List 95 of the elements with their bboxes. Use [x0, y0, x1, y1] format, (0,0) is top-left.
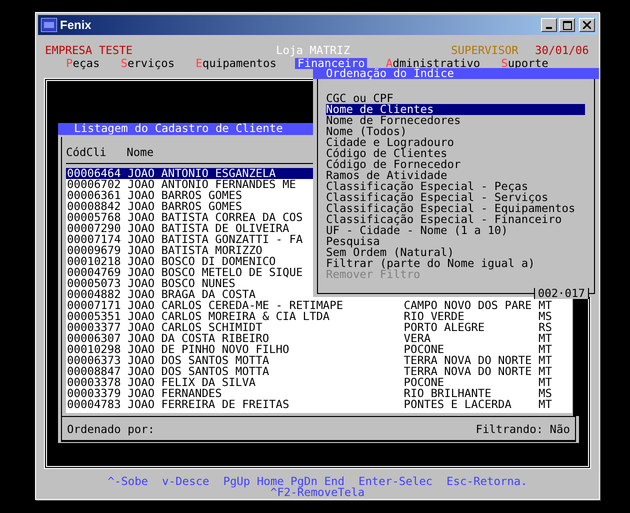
menu-option[interactable]: Nome de Clientes	[326, 104, 585, 115]
table-cell-text: VERA	[404, 333, 431, 344]
date-text: 30/01/06	[535, 45, 589, 56]
key-hint: Esc-Retorna.	[446, 476, 528, 487]
menu-item[interactable]: Administrativo	[384, 58, 482, 69]
key-hint: v-Desce	[162, 476, 210, 487]
table-cell[interactable]: JOAO FERNANDES	[128, 388, 404, 399]
table-cell-text: PONTES E LACERDA	[404, 399, 513, 410]
table-cell[interactable]: 00003378	[66, 377, 128, 388]
table-cell[interactable]: 00006373	[66, 355, 128, 366]
key-hint: ^-Sobe	[108, 476, 148, 487]
table-cell[interactable]: 00006361	[66, 190, 128, 201]
key-hint: Enter-Selec	[358, 476, 433, 487]
position-counter: 002·017	[534, 288, 589, 299]
key-hint: ^F2-RemoveTela	[270, 487, 365, 498]
table-cell[interactable]: JOAO DA COSTA RIBEIRO	[128, 333, 404, 344]
table-cell[interactable]: 00005351	[66, 311, 128, 322]
company-name: EMPRESA TESTE	[45, 45, 133, 56]
table-cell[interactable]: 00003379	[66, 388, 128, 399]
menu-option[interactable]: Classificação Especial - Serviços	[326, 192, 585, 203]
table-cell-text: CAMPO NOVO DOS PARE	[404, 300, 533, 311]
table-cell: MT	[538, 377, 552, 388]
table-cell[interactable]: 00004882	[66, 289, 128, 300]
popup-title: Ordenação do Índice	[313, 68, 599, 79]
table-cell: MT	[538, 300, 552, 311]
close-icon	[583, 21, 591, 29]
table-cell-text: RIO VERDE	[404, 311, 464, 322]
column-header: CódCli	[66, 147, 108, 158]
table-cell[interactable]: 00005073	[66, 278, 128, 289]
table-cell: MT	[538, 399, 552, 410]
table-cell[interactable]: 00005768	[66, 212, 128, 223]
menu-item[interactable]: Equipamentos	[194, 58, 278, 69]
table-cell-text: RIO BRILHANTE	[404, 388, 492, 399]
table-cell[interactable]: 00006307	[66, 333, 128, 344]
table-cell[interactable]: JOAO CARLOS MOREIRA & CIA LTDA	[128, 311, 404, 322]
table-cell[interactable]: 00007171	[66, 300, 128, 311]
table-cell: MT	[538, 344, 552, 355]
table-cell[interactable]: 00008847	[66, 366, 128, 377]
menu-option[interactable]: Classificação Especial - Peças	[326, 181, 585, 192]
filter-status: Filtrando: Não	[476, 424, 570, 434]
app-icon	[41, 18, 57, 32]
table-cell[interactable]: 00004783	[66, 399, 128, 410]
store-name: Loja MATRIZ	[276, 45, 350, 56]
minimize-button[interactable]	[541, 18, 557, 32]
menu-option[interactable]: Código de Fornecedor	[326, 159, 585, 170]
table-cell-text: TERRA NOVA DO NORTE	[404, 355, 533, 366]
table-cell[interactable]: 00007174	[66, 234, 128, 245]
table-cell: MS	[538, 311, 552, 322]
table-cell[interactable]: JOAO DOS SANTOS MOTTA	[128, 355, 404, 366]
user-name: SUPERVISOR	[451, 45, 518, 56]
menu-option[interactable]: Sem Ordem (Natural)	[326, 247, 585, 258]
table-cell-text: POCONE	[404, 344, 444, 355]
column-header: Nome	[126, 147, 154, 158]
table-cell[interactable]: 00006464	[66, 168, 128, 179]
window-title: Fenix	[60, 20, 92, 30]
close-button[interactable]	[579, 18, 595, 32]
key-hint: PgUp Home PgDn End	[223, 476, 344, 487]
maximize-icon	[562, 20, 572, 30]
menu-item[interactable]: Serviços	[118, 58, 177, 69]
menu-item[interactable]: Suporte	[499, 58, 550, 69]
table-cell-text: TERRA NOVA DO NORTE	[404, 366, 533, 377]
menu-option[interactable]: Filtrar (parte do Nome igual a)	[326, 258, 585, 269]
table-cell[interactable]: 00010218	[66, 256, 128, 267]
table-cell[interactable]: 00003377	[66, 322, 128, 333]
table-cell[interactable]: 00006702	[66, 179, 128, 190]
table-cell[interactable]: 00009679	[66, 245, 128, 256]
menu-option[interactable]: UF - Cidade - Nome (1 a 10)	[326, 225, 585, 236]
table-cell[interactable]: JOAO FERREIRA DE FREITAS	[128, 399, 404, 410]
menu-option[interactable]: Classificação Especial - Equipamentos	[326, 203, 585, 214]
table-cell: MT	[538, 333, 552, 344]
sort-label: Ordenado por:	[67, 424, 155, 434]
table-cell[interactable]: JOAO CARLOS CEREDA-ME - RETIMAPE	[128, 300, 404, 311]
table-cell[interactable]: JOAO DE PINHO NOVO FILHO	[128, 344, 404, 355]
table-cell: MT	[538, 355, 552, 366]
menu-option[interactable]: Pesquisa	[326, 236, 585, 247]
table-cell[interactable]: 00007290	[66, 223, 128, 234]
menu-option[interactable]: Classificação Especial - Financeiro	[326, 214, 585, 225]
menu-option[interactable]: Código de Clientes	[326, 148, 585, 159]
table-cell[interactable]: 00004769	[66, 267, 128, 278]
table-cell-text: PORTO ALEGRE	[404, 322, 486, 333]
menu-item[interactable]: Financeiro	[295, 58, 367, 69]
menu-item[interactable]: Peças	[64, 58, 102, 69]
table-cell[interactable]: JOAO FELIX DA SILVA	[128, 377, 404, 388]
table-cell[interactable]: 00008842	[66, 201, 128, 212]
table-cell: MS	[538, 388, 552, 399]
menu-option[interactable]: Cidade e Logradouro	[326, 137, 585, 148]
table-cell-text: POCONE	[404, 377, 444, 388]
menu-option[interactable]: Nome de Fornecedores	[326, 115, 585, 126]
table-cell[interactable]: 00010298	[66, 344, 128, 355]
table-cell: MT	[538, 366, 552, 377]
table-cell: RS	[538, 322, 552, 333]
table-cell[interactable]: JOAO DOS SANTOS MOTTA	[128, 366, 404, 377]
maximize-button[interactable]	[559, 18, 575, 32]
table-cell[interactable]: JOAO CARLOS SCHIMIDT	[128, 322, 404, 333]
menu-option[interactable]: CGC ou CPF	[326, 93, 585, 104]
